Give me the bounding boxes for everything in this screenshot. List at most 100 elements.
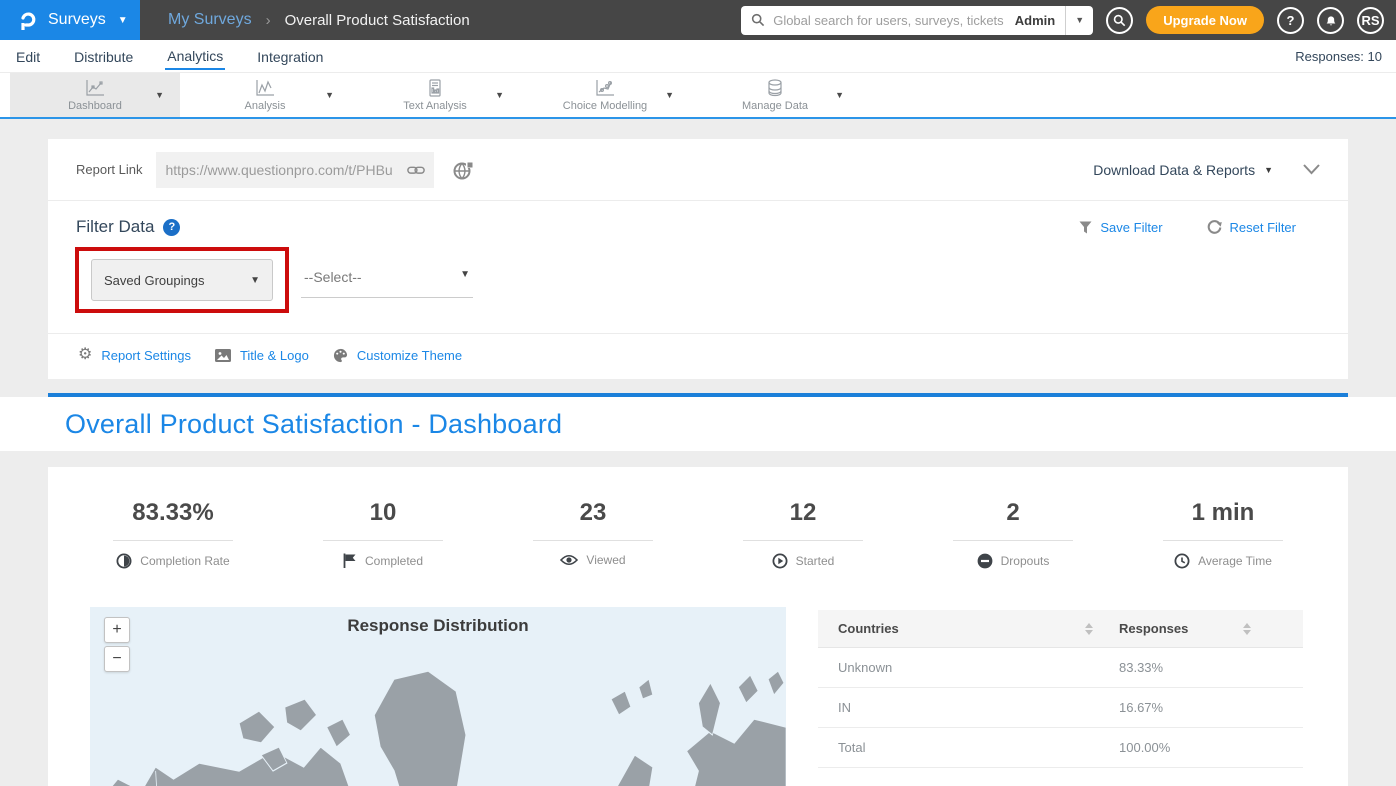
survey-nav: Edit Distribute Analytics Integration Re… [0,40,1396,73]
link-icon[interactable] [407,163,425,177]
play-circle-icon [772,553,788,569]
upgrade-now-button[interactable]: Upgrade Now [1146,6,1264,34]
nav-distribute[interactable]: Distribute [72,43,135,69]
tab-analysis-caret-icon[interactable]: ▼ [325,90,334,100]
completion-rate-icon [116,553,132,569]
divider [533,540,653,541]
world-map[interactable] [90,647,786,786]
divider [113,540,233,541]
avatar[interactable]: RS [1357,7,1384,34]
breadcrumb: My Surveys › Overall Product Satisfactio… [168,11,470,29]
download-data-reports-dropdown[interactable]: Download Data & Reports ▼ [1093,162,1273,178]
report-settings-link[interactable]: ⚙ Report Settings [78,347,191,363]
tab-dashboard-caret-icon[interactable]: ▼ [155,90,164,100]
search-scope-label: Admin [1015,13,1065,28]
title-logo-label: Title & Logo [240,348,309,363]
stat-value: 23 [488,499,698,527]
stat-label: Average Time [1198,554,1272,568]
country-cell: Total [838,740,1081,755]
stat-average-time: 1 min Average Time [1118,499,1328,569]
report-link-url: https://www.questionpro.com/t/PHBu [165,162,403,178]
search-submit-button[interactable] [1106,7,1133,34]
report-settings-label: Report Settings [101,348,191,363]
nav-analytics[interactable]: Analytics [165,42,225,70]
countries-column-header: Countries [838,621,1081,636]
stat-label: Started [796,554,835,568]
search-input[interactable] [765,13,1015,28]
notifications-button[interactable] [1317,7,1344,34]
tab-label: Dashboard [68,100,122,112]
global-search[interactable]: Admin ▼ [741,6,1093,35]
distribution-section: Response Distribution + − [90,607,1303,786]
filter-select-placeholder: --Select-- [304,269,362,285]
stat-value: 83.33% [68,499,278,527]
collapse-chevron-icon[interactable] [1303,164,1320,175]
download-caret-icon: ▼ [1264,165,1273,175]
surveys-menu[interactable]: Surveys ▼ [0,0,140,40]
filter-help-icon[interactable]: ? [163,219,180,236]
tab-dashboard[interactable]: Dashboard ▼ [10,73,180,117]
report-link-row: Report Link https://www.questionpro.com/… [48,139,1348,200]
title-logo-link[interactable]: Title & Logo [215,348,309,363]
tab-manage-data-caret-icon[interactable]: ▼ [835,90,844,100]
sort-countries-icon[interactable] [1081,623,1097,635]
text-analysis-icon [425,79,445,97]
tab-choice-modelling-caret-icon[interactable]: ▼ [665,90,674,100]
stat-value: 12 [698,499,908,527]
tab-analysis[interactable]: Analysis ▼ [180,73,350,117]
tab-manage-data[interactable]: Manage Data ▼ [690,73,860,117]
embed-globe-icon[interactable] [452,160,474,180]
tab-label: Analysis [245,100,286,112]
tab-choice-modelling[interactable]: Choice Modelling ▼ [520,73,690,117]
customize-theme-link[interactable]: Customize Theme [333,348,462,363]
dashboard-chart-icon [85,79,105,97]
dashboard-card: 83.33% Completion Rate 10 Completed [48,467,1348,786]
questionpro-logo-icon [18,9,38,31]
breadcrumb-current: Overall Product Satisfaction [285,12,470,29]
tab-text-analysis[interactable]: Text Analysis ▼ [350,73,520,117]
tab-label: Manage Data [742,100,808,112]
divider [743,540,863,541]
download-data-reports-label: Download Data & Reports [1093,162,1255,178]
countries-table: Countries Responses Unknown 83.33% IN 16… [818,610,1303,768]
database-icon [765,79,785,97]
table-row: IN 16.67% [818,688,1303,728]
minus-circle-icon [977,553,993,569]
search-scope-caret-icon[interactable]: ▼ [1065,6,1093,35]
table-header: Countries Responses [818,610,1303,648]
save-filter-label: Save Filter [1100,220,1162,235]
clock-icon [1174,553,1190,569]
responses-count: Responses: 10 [1295,49,1382,64]
stat-label: Dropouts [1001,554,1050,568]
sort-responses-icon[interactable] [1239,623,1255,635]
filter-data-title: Filter Data [76,217,154,237]
search-icon [1113,14,1126,27]
help-button[interactable]: ? [1277,7,1304,34]
zoom-in-button[interactable]: + [104,617,130,643]
saved-groupings-dropdown[interactable]: Saved Groupings ▼ [91,259,273,301]
stat-label: Completion Rate [140,554,229,568]
reset-filter-button[interactable]: Reset Filter [1207,220,1296,235]
breadcrumb-my-surveys[interactable]: My Surveys [168,11,252,29]
report-settings-card: Report Link https://www.questionpro.com/… [48,139,1348,379]
nav-edit[interactable]: Edit [14,43,42,69]
report-link-field[interactable]: https://www.questionpro.com/t/PHBu [156,152,434,188]
divider [323,540,443,541]
tab-text-analysis-caret-icon[interactable]: ▼ [495,90,504,100]
topbar: Surveys ▼ My Surveys › Overall Product S… [0,0,1396,40]
breadcrumb-separator-icon: › [266,12,271,29]
analysis-chart-icon [255,79,275,97]
report-link-actions: Download Data & Reports ▼ [1093,162,1320,178]
response-distribution-map[interactable]: Response Distribution + − [90,607,786,786]
reset-icon [1207,220,1222,235]
dashboard-title-band: Overall Product Satisfaction - Dashboard [0,397,1396,451]
tab-label: Choice Modelling [563,100,647,112]
filter-header: Filter Data ? Save Filter Reset Filter [48,201,1348,241]
reset-filter-label: Reset Filter [1230,220,1296,235]
filter-select-dropdown[interactable]: --Select-- ▼ [301,269,473,298]
nav-integration[interactable]: Integration [255,43,325,69]
divider [1163,540,1283,541]
save-filter-button[interactable]: Save Filter [1079,220,1162,235]
flag-icon [343,553,357,568]
country-cell: Unknown [838,660,1081,675]
